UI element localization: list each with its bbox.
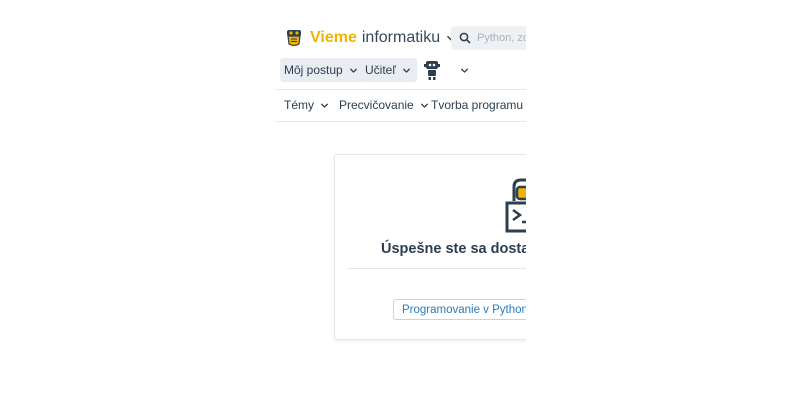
menu-item-precvicovanie[interactable]: Precvičovanie: [339, 98, 429, 112]
menu-item-label: Precvičovanie: [339, 98, 414, 112]
menu-item-temy[interactable]: Témy: [284, 98, 329, 112]
my-progress-label: Môj postup: [284, 63, 343, 77]
search-input[interactable]: [477, 32, 526, 44]
owl-logo-icon: [287, 30, 301, 47]
success-card: Úspešne ste sa dostali n Programovanie v…: [334, 154, 526, 340]
menu-item-label: Témy: [284, 98, 314, 112]
divider: [347, 268, 526, 269]
success-heading: Úspešne ste sa dostali n: [381, 241, 526, 257]
brand-word-vieme: Vieme: [310, 29, 357, 46]
chevron-down-icon: [420, 102, 428, 108]
teacher-button[interactable]: Učiteľ: [361, 58, 417, 82]
robot-avatar-icon[interactable]: [423, 59, 441, 81]
chevron-down-icon: [320, 102, 329, 108]
menu-item-label: Tvorba programu: [431, 98, 524, 112]
topic-tag[interactable]: Programovanie v Pythone x: [393, 299, 526, 320]
chevron-down-icon[interactable]: [460, 66, 469, 75]
brand-word-informatiku: informatiku: [361, 29, 441, 46]
search-box[interactable]: [451, 26, 526, 50]
search-icon: [459, 32, 471, 44]
main-menu: Témy Precvičovanie Tvorba programu: [275, 89, 526, 122]
menu-item-tvorba-programu[interactable]: Tvorba programu: [431, 98, 526, 112]
teacher-label: Učiteľ: [365, 63, 396, 77]
python-terminal-icon: [505, 178, 526, 233]
chevron-down-icon: [402, 67, 410, 73]
topic-tag-label: Programovanie v Pythone: [402, 303, 526, 316]
my-progress-button[interactable]: Môj postup: [280, 58, 364, 82]
page-viewport: Vieme informatiku Môj postup Učiteľ: [0, 0, 526, 400]
chevron-down-icon: [349, 67, 357, 73]
brand[interactable]: Vieme informatiku: [284, 26, 456, 50]
